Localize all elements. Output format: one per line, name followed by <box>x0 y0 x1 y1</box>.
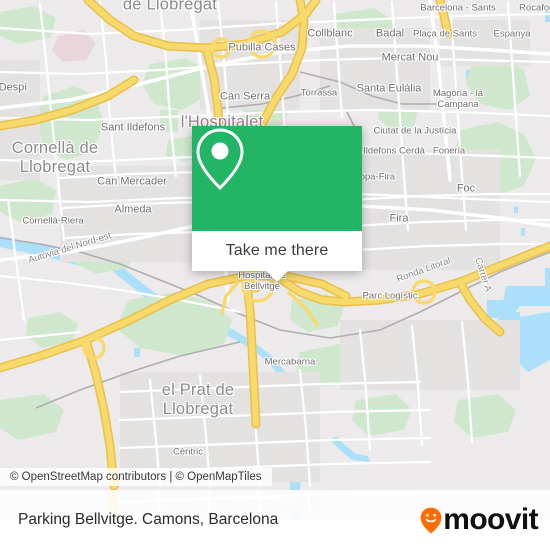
map-pin-icon <box>196 128 244 191</box>
screenshot-root: de LlobregatBarcelona - SantsRocafortCol… <box>0 0 550 550</box>
popup-image-area <box>192 126 362 231</box>
bottom-info-bar: Parking Bellvitge. Camons, Barcelona moo… <box>0 490 550 550</box>
map-attribution-bar: © OpenStreetMap contributors | © OpenMap… <box>0 468 272 486</box>
moovit-logo[interactable]: moovit <box>420 503 539 536</box>
location-popup-card[interactable]: Take me there <box>192 126 362 282</box>
moovit-pin-smiley-icon <box>420 507 442 533</box>
take-me-there-label: Take me there <box>225 242 329 259</box>
take-me-there-button[interactable]: Take me there <box>192 231 362 271</box>
map-attribution-text: © OpenStreetMap contributors | © OpenMap… <box>10 471 262 483</box>
popup-tail-pointer <box>266 271 288 282</box>
place-title: Parking Bellvitge. Camons, Barcelona <box>18 511 279 528</box>
moovit-wordmark: moovit <box>443 503 538 536</box>
map-canvas[interactable]: de LlobregatBarcelona - SantsRocafortCol… <box>0 0 550 490</box>
